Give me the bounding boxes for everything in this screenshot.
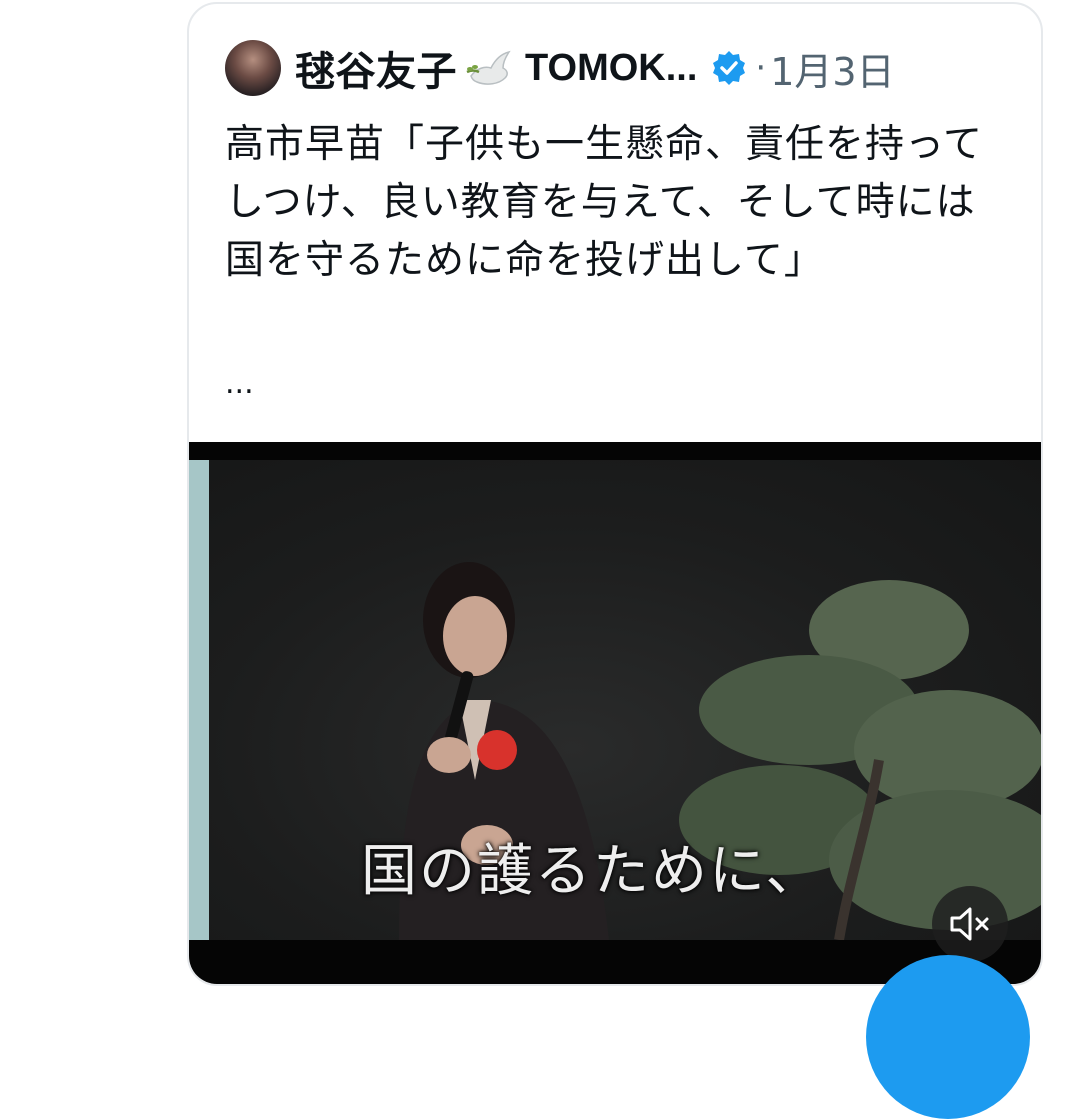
display-name-suffix[interactable]: TOMOK... bbox=[525, 47, 697, 90]
video-frame-edge bbox=[189, 460, 209, 940]
verified-badge-icon bbox=[713, 51, 746, 85]
compose-fab-button[interactable] bbox=[866, 955, 1030, 1119]
show-more-ellipsis[interactable]: ... bbox=[225, 366, 254, 401]
avatar[interactable] bbox=[225, 40, 281, 96]
tweet-media[interactable]: 国の護るために、 bbox=[189, 442, 1041, 984]
tweet-card[interactable]: 毬谷友子 TOMOK... · 1月3日 高市早苗「子供も一生懸命、責任を持って… bbox=[187, 2, 1043, 986]
separator-dot: · bbox=[755, 48, 767, 88]
dove-icon bbox=[466, 50, 511, 85]
speaker-muted-icon bbox=[950, 907, 989, 941]
tweet-text: 高市早苗「子供も一生懸命、責任を持ってしつけ、良い教育を与えて、そして時には国を… bbox=[225, 122, 984, 283]
mute-button[interactable] bbox=[932, 886, 1008, 962]
video-subtitle: 国の護るために、 bbox=[361, 839, 824, 904]
tweet-date[interactable]: 1月3日 bbox=[770, 41, 894, 96]
video-player[interactable]: 国の護るために、 bbox=[189, 460, 1041, 940]
author-name[interactable]: 毬谷友子 bbox=[295, 39, 457, 97]
tweet-header: 毬谷友子 TOMOK... · 1月3日 bbox=[225, 36, 895, 100]
